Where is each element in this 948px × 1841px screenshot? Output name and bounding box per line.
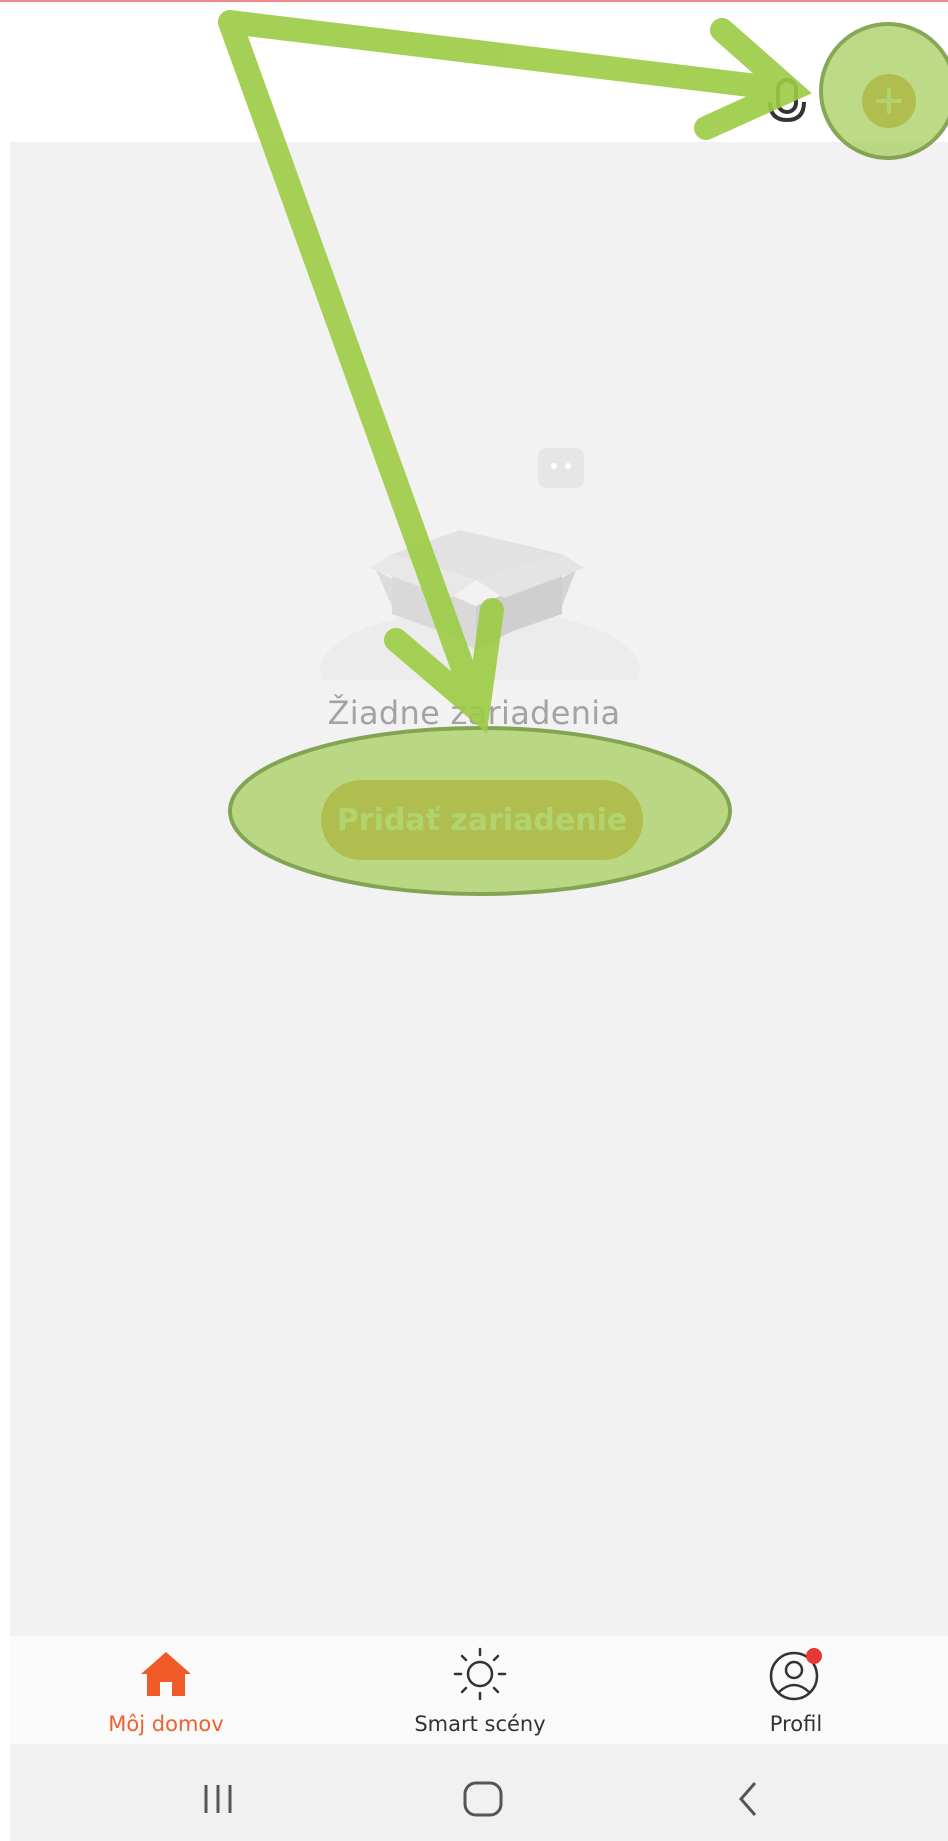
sun-icon — [370, 1646, 590, 1702]
tab-my-home-label: Môj domov — [108, 1712, 224, 1736]
app-header — [0, 2, 948, 142]
notification-badge — [806, 1648, 822, 1664]
plus-icon — [876, 88, 902, 114]
tab-profile-label: Profil — [769, 1712, 823, 1736]
tab-smart-scenes[interactable]: Smart scény — [370, 1646, 590, 1740]
home-icon — [56, 1646, 276, 1702]
tab-my-home[interactable]: Môj domov — [56, 1646, 276, 1740]
add-device-top-button[interactable] — [862, 74, 916, 128]
home-circle-icon[interactable] — [453, 1772, 513, 1826]
add-device-button-label: Pridať zariadenie — [336, 802, 628, 838]
add-device-button[interactable]: Pridať zariadenie — [321, 780, 643, 860]
microphone-icon[interactable] — [764, 76, 810, 130]
tab-smart-scenes-label: Smart scény — [414, 1712, 546, 1736]
device-list-area — [10, 142, 948, 1636]
empty-box-icon — [320, 448, 640, 680]
tab-profile[interactable]: Profil — [686, 1646, 906, 1740]
recent-apps-icon[interactable] — [188, 1772, 248, 1826]
profile-icon — [686, 1646, 906, 1702]
empty-state-message: Žiadne zariadenia — [327, 694, 621, 732]
back-icon[interactable] — [718, 1772, 778, 1826]
